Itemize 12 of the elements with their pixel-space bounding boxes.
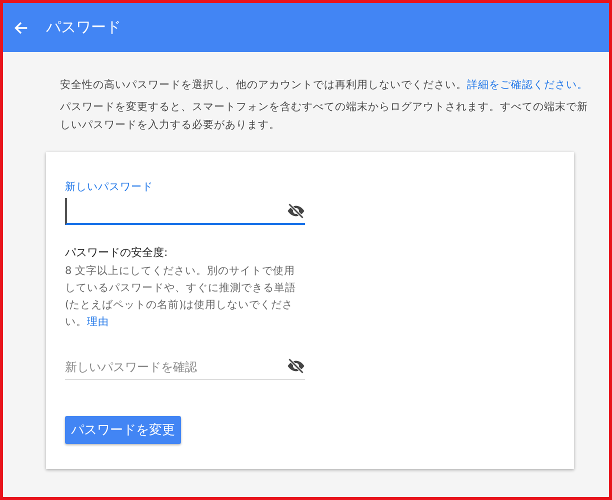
- strength-heading: パスワードの安全度:: [65, 245, 169, 260]
- details-link[interactable]: 詳細をご確認ください。: [467, 79, 588, 91]
- reason-link[interactable]: 理由: [87, 316, 109, 328]
- new-password-field[interactable]: [65, 198, 283, 225]
- confirm-password-field[interactable]: 新しいパスワードを確認: [65, 353, 283, 380]
- change-password-button[interactable]: パスワードを変更: [65, 416, 181, 444]
- page-title: パスワード: [46, 18, 121, 37]
- intro-paragraph: パスワードを変更すると、スマートフォンを含むすべての端末からログアウトされます。すべての端末で新しいパスワードを入力する必要があります。: [60, 100, 589, 133]
- intro-paragraph: 安全性の高いパスワードを選択し、他のアカウントでは再利用しないでください。詳細をご確認ください。: [60, 78, 589, 93]
- back-arrow-icon[interactable]: [14, 20, 28, 34]
- strength-hint: 8 文字以上にしてください。別のサイトで使用しているパスワードや、すぐに推測できる単語(たとえばペットの名前)は使用しないでください。理由: [65, 264, 297, 330]
- field-label: 新しいパスワード: [65, 180, 153, 194]
